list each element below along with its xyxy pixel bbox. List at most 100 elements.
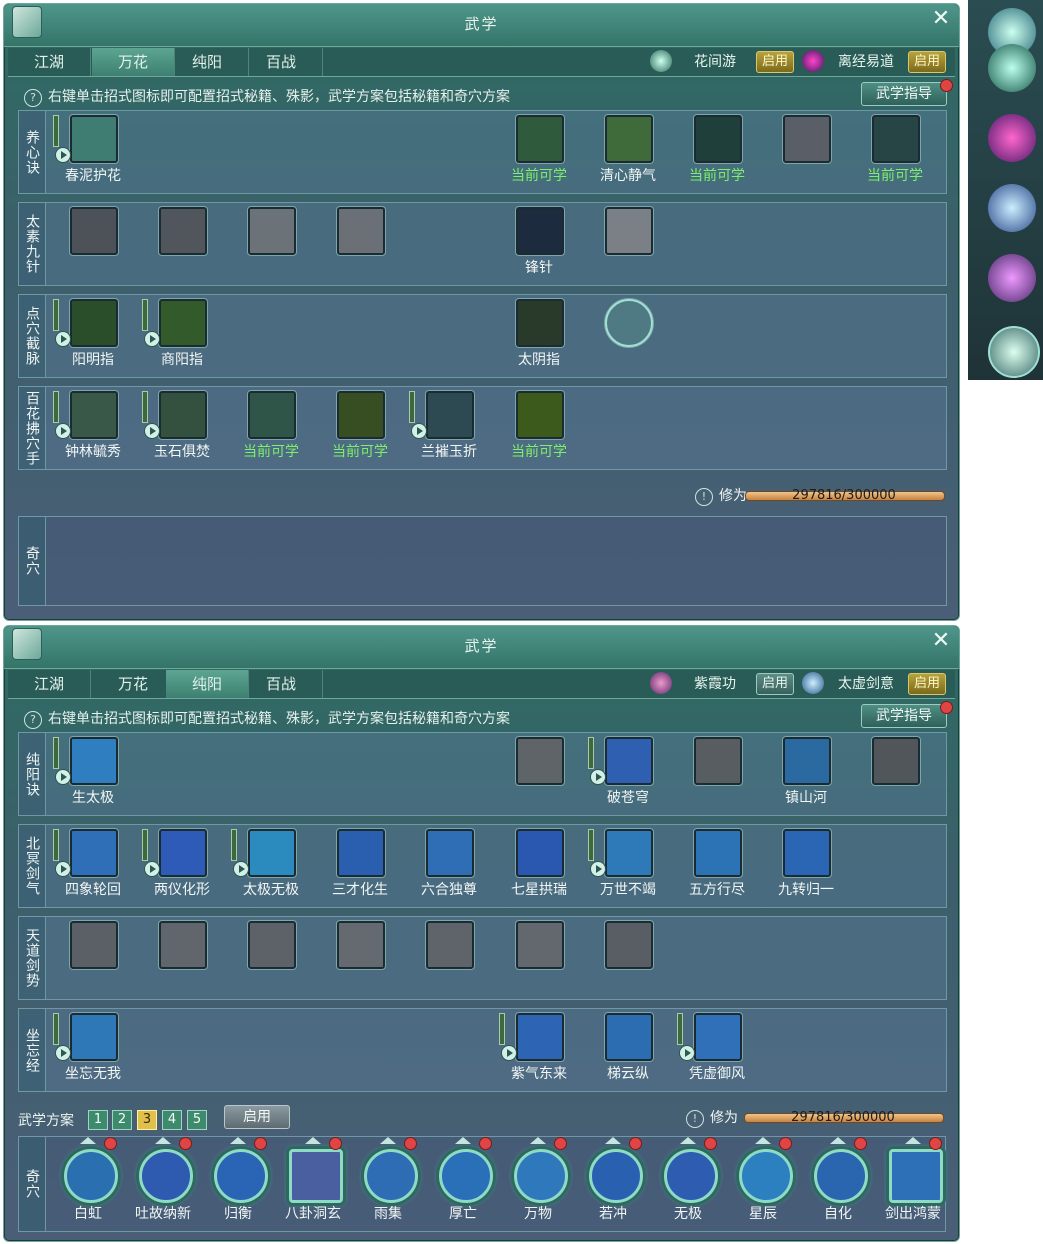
qixue-slot[interactable]: 雨集 (353, 1137, 423, 1227)
skill-slot[interactable] (677, 733, 757, 811)
skill-slot[interactable] (588, 295, 668, 373)
skill-icon[interactable] (248, 391, 296, 439)
skill-icon[interactable] (516, 207, 564, 255)
skill-slot[interactable]: 五方行尽 (677, 825, 757, 903)
tab-jianghu[interactable]: 江湖 (8, 670, 91, 698)
qixue-icon[interactable] (514, 1149, 568, 1203)
qixue-slot[interactable]: 归衡 (203, 1137, 273, 1227)
skill-icon[interactable] (516, 921, 564, 969)
tab-wanhua[interactable]: 万花 (92, 48, 175, 76)
skill-slot[interactable]: 万世不竭 (588, 825, 668, 903)
play-icon[interactable] (590, 769, 606, 785)
qixue-select-arrow[interactable] (380, 1137, 396, 1144)
skill-slot[interactable] (53, 917, 133, 995)
skill-icon[interactable] (605, 1013, 653, 1061)
skill-icon[interactable] (605, 921, 653, 969)
qixue-select-arrow[interactable] (455, 1137, 471, 1144)
skill-icon[interactable] (159, 829, 207, 877)
skill-icon[interactable] (337, 829, 385, 877)
skill-shortcut-icon[interactable] (988, 254, 1036, 302)
qixue-select-arrow[interactable] (605, 1137, 621, 1144)
skill-icon[interactable] (694, 829, 742, 877)
play-icon[interactable] (55, 769, 71, 785)
skill-icon[interactable] (783, 829, 831, 877)
skill-icon[interactable] (516, 1013, 564, 1061)
wuxue-guide-button[interactable]: 武学指导 (861, 82, 947, 106)
tab-baizhan[interactable]: 百战 (240, 670, 323, 698)
skill-icon[interactable] (248, 921, 296, 969)
skill-icon[interactable] (159, 299, 207, 347)
skill-icon[interactable] (605, 115, 653, 163)
skill-slot[interactable]: 太阴指 (499, 295, 579, 373)
skill-icon[interactable] (70, 737, 118, 785)
skill-icon[interactable] (605, 299, 653, 347)
skill-icon[interactable] (426, 829, 474, 877)
skill-shortcut-icon[interactable] (988, 44, 1036, 92)
play-icon[interactable] (501, 1045, 517, 1061)
skill-slot[interactable]: 两仪化形 (142, 825, 222, 903)
qixue-icon[interactable] (364, 1149, 418, 1203)
skill-icon[interactable] (872, 737, 920, 785)
skill-icon[interactable] (605, 829, 653, 877)
skill-slot[interactable] (588, 203, 668, 281)
skill-icon[interactable] (70, 207, 118, 255)
skill-slot[interactable] (855, 733, 935, 811)
skill-icon[interactable] (694, 737, 742, 785)
skill-slot[interactable]: 钟林毓秀 (53, 387, 133, 465)
wanhua-style-icon[interactable] (650, 50, 672, 72)
skill-icon[interactable] (694, 115, 742, 163)
skill-slot[interactable]: 清心静气 (588, 111, 668, 189)
skill-slot[interactable]: 六合独尊 (409, 825, 489, 903)
qixue-slot[interactable]: 剑出鸿蒙 (878, 1137, 948, 1227)
plan-4-button[interactable]: 4 (162, 1110, 182, 1130)
qixue-slot[interactable]: 若冲 (578, 1137, 648, 1227)
skill-slot[interactable]: 镇山河 (766, 733, 846, 811)
skill-slot[interactable]: 春泥护花 (53, 111, 133, 189)
qixue-icon[interactable] (64, 1149, 118, 1203)
skill-icon[interactable] (783, 115, 831, 163)
qixue-icon[interactable] (664, 1149, 718, 1203)
skill-slot[interactable]: 阳明指 (53, 295, 133, 373)
skill-slot[interactable]: 当前可学 (499, 111, 579, 189)
skill-slot[interactable]: 玉石俱焚 (142, 387, 222, 465)
skill-icon[interactable] (516, 299, 564, 347)
plan-5-button[interactable]: 5 (187, 1110, 207, 1130)
qixue-select-arrow[interactable] (830, 1137, 846, 1144)
close-icon[interactable]: ✕ (929, 630, 953, 654)
skill-slot[interactable]: 当前可学 (320, 387, 400, 465)
skill-slot[interactable] (499, 733, 579, 811)
lijing-style-icon[interactable] (802, 50, 824, 72)
skill-icon[interactable] (159, 921, 207, 969)
skill-icon[interactable] (516, 829, 564, 877)
qixue-slot[interactable]: 八卦洞玄 (278, 1137, 348, 1227)
play-icon[interactable] (144, 331, 160, 347)
taixu-style-icon[interactable] (802, 672, 824, 694)
qixue-slot[interactable]: 万物 (503, 1137, 573, 1227)
skill-slot[interactable] (53, 203, 133, 281)
skill-icon[interactable] (70, 921, 118, 969)
skill-slot[interactable]: 兰摧玉折 (409, 387, 489, 465)
wuxue-guide-button[interactable]: 武学指导 (861, 704, 947, 728)
skill-slot[interactable] (320, 917, 400, 995)
play-icon[interactable] (55, 861, 71, 877)
qixue-select-arrow[interactable] (905, 1137, 921, 1144)
qixue-slot[interactable]: 白虹 (53, 1137, 123, 1227)
skill-slot[interactable]: 当前可学 (677, 111, 757, 189)
skill-icon[interactable] (248, 829, 296, 877)
apply-plan-button[interactable]: 启用 (224, 1105, 290, 1129)
plan-1-button[interactable]: 1 (88, 1110, 108, 1130)
skill-slot[interactable] (231, 917, 311, 995)
skill-icon[interactable] (516, 737, 564, 785)
qixue-slot[interactable]: 星辰 (728, 1137, 798, 1227)
skill-icon[interactable] (605, 207, 653, 255)
qixue-select-arrow[interactable] (530, 1137, 546, 1144)
qixue-icon[interactable] (814, 1149, 868, 1203)
skill-shortcut-icon[interactable] (988, 114, 1036, 162)
play-icon[interactable] (55, 147, 71, 163)
skill-slot[interactable]: 紫气东来 (499, 1009, 579, 1087)
qixue-icon[interactable] (889, 1149, 943, 1203)
title-bar[interactable]: 武学 ✕ (4, 4, 959, 47)
skill-icon[interactable] (337, 921, 385, 969)
skill-icon[interactable] (426, 921, 474, 969)
skill-slot[interactable]: 九转归一 (766, 825, 846, 903)
